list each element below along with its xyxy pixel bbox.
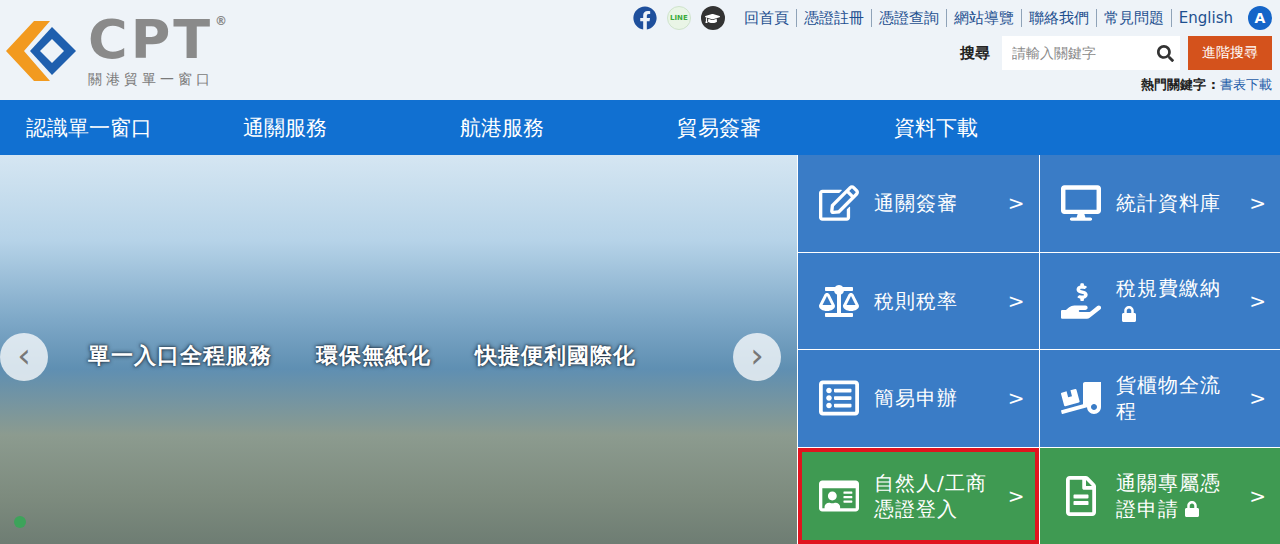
logo-letters: CPT®: [88, 13, 227, 67]
tile-label: 稅則稅率: [874, 288, 994, 314]
top-links: 回首頁憑證註冊憑證查詢網站導覽聯絡我們常見問題English: [737, 9, 1240, 27]
line-icon[interactable]: LINE: [667, 6, 691, 30]
service-tile[interactable]: 簡易申辦 >: [798, 350, 1039, 447]
carousel-next-button[interactable]: ›: [733, 333, 781, 381]
tile-icon-wrap: [818, 377, 860, 419]
document-person-icon: [1061, 476, 1101, 516]
service-tile[interactable]: 貨櫃物全流程 >: [1040, 350, 1280, 447]
registered-mark: ®: [215, 15, 227, 27]
computer-icon: [1061, 183, 1101, 223]
tile-icon-wrap: [1060, 475, 1102, 517]
chevron-icon: >: [1249, 386, 1266, 410]
chevron-icon: >: [1008, 386, 1025, 410]
service-tile[interactable]: 統計資料庫 >: [1040, 155, 1280, 252]
nav-item[interactable]: 航港服務: [460, 114, 677, 142]
tile-icon-wrap: [818, 280, 860, 322]
tile-label: 稅規費繳納: [1116, 275, 1236, 327]
header: CPT® 關港貿單一窗口 LINE 回首頁憑證註冊憑證查詢網站導覽聯絡我們常見問題En…: [0, 0, 1280, 100]
top-link[interactable]: 憑證查詢: [871, 9, 946, 27]
chevron-icon: >: [1008, 484, 1025, 508]
hot-keywords: 熱門關鍵字 :書表下載: [1141, 76, 1272, 94]
lock-icon: [1184, 501, 1200, 517]
tile-label: 通關專屬憑證申請: [1116, 470, 1236, 522]
slide-caption: 快捷便利國際化: [475, 341, 636, 371]
logo-diamond-icon: [0, 15, 80, 87]
search-label: 搜尋: [960, 44, 990, 63]
tile-label: 通關簽審: [874, 190, 994, 216]
tile-label: 貨櫃物全流程: [1116, 372, 1236, 424]
top-link[interactable]: 網站導覽: [946, 9, 1021, 27]
hot-keywords-label: 熱門關鍵字 :: [1141, 76, 1216, 94]
hero-carousel: 單一入口全程服務 環保無紙化 快捷便利國際化 ‹ ›: [0, 155, 797, 544]
lock-icon: [1121, 306, 1137, 322]
e-learning-link[interactable]: [701, 6, 725, 30]
chevron-icon: >: [1249, 289, 1266, 313]
tile-icon-wrap: [1060, 377, 1102, 419]
chevron-icon: >: [1008, 191, 1025, 215]
page: CPT® 關港貿單一窗口 LINE 回首頁憑證註冊憑證查詢網站導覽聯絡我們常見問題En…: [0, 0, 1280, 544]
tile-icon-wrap: [818, 475, 860, 517]
graduation-hat-icon: [705, 11, 720, 26]
slide-caption: 單一入口全程服務: [88, 341, 272, 371]
hand-coins-icon: [1061, 281, 1101, 321]
header-tools: LINE 回首頁憑證註冊憑證查詢網站導覽聯絡我們常見問題English A 搜尋 進階搜…: [633, 0, 1272, 100]
top-row: LINE 回首頁憑證註冊憑證查詢網站導覽聯絡我們常見問題English A: [633, 6, 1272, 30]
tile-label: 統計資料庫: [1116, 190, 1236, 216]
slide-caption: 環保無紙化: [316, 341, 431, 371]
main-nav: 認識單一窗口通關服務航港服務貿易簽審資料下載: [0, 100, 1280, 155]
scales-icon: [819, 281, 859, 321]
logo[interactable]: CPT® 關港貿單一窗口: [0, 0, 227, 100]
slide-captions: 單一入口全程服務 環保無紙化 快捷便利國際化: [88, 341, 636, 371]
top-link[interactable]: English: [1171, 9, 1240, 27]
chevron-icon: >: [1249, 484, 1266, 508]
tile-icon-wrap: [1060, 280, 1102, 322]
container-crane-icon: [1061, 378, 1101, 418]
facebook-icon[interactable]: [633, 6, 657, 30]
top-link[interactable]: 回首頁: [737, 9, 796, 27]
top-link[interactable]: 憑證註冊: [796, 9, 871, 27]
nav-item[interactable]: 資料下載: [894, 114, 1111, 142]
top-link[interactable]: 常見問題: [1096, 9, 1171, 27]
service-tile[interactable]: 自然人/工商憑證登入 >: [798, 448, 1039, 544]
search-row: 搜尋 進階搜尋: [960, 36, 1272, 70]
font-size-button[interactable]: A: [1248, 6, 1272, 30]
social-links: LINE: [633, 6, 725, 30]
nav-item[interactable]: 認識單一窗口: [26, 114, 243, 142]
advanced-search-button[interactable]: 進階搜尋: [1188, 36, 1272, 70]
tile-label: 自然人/工商憑證登入: [874, 470, 994, 522]
tile-label: 簡易申辦: [874, 385, 994, 411]
service-tile[interactable]: 稅規費繳納 >: [1040, 253, 1280, 350]
hot-keyword-link[interactable]: 書表下載: [1220, 76, 1272, 94]
tile-icon-wrap: [818, 182, 860, 224]
logo-text: CPT® 關港貿單一窗口: [88, 13, 227, 89]
search-input[interactable]: [1010, 44, 1157, 62]
carousel-dot[interactable]: [14, 516, 26, 528]
search-field: [1002, 36, 1180, 70]
chevron-icon: >: [1249, 191, 1266, 215]
main-area: 單一入口全程服務環保無紙化快捷便利國際化‹›通關簽審>統計資料庫>稅則稅率>稅規…: [0, 155, 1280, 544]
nav-item[interactable]: 通關服務: [243, 114, 460, 142]
chevron-icon: >: [1008, 289, 1025, 313]
list-icon: [819, 378, 859, 418]
service-tile[interactable]: 通關簽審 >: [798, 155, 1039, 252]
magnifier-icon[interactable]: [1157, 45, 1174, 62]
tile-icon-wrap: [1060, 182, 1102, 224]
service-tile[interactable]: 稅則稅率 >: [798, 253, 1039, 350]
service-tile[interactable]: 通關專屬憑證申請 >: [1040, 448, 1280, 544]
form-pen-icon: [819, 183, 859, 223]
carousel-prev-button[interactable]: ‹: [0, 333, 48, 381]
top-link[interactable]: 聯絡我們: [1021, 9, 1096, 27]
id-card-icon: [819, 476, 859, 516]
carousel-dots: [14, 516, 26, 528]
service-tiles: 通關簽審>統計資料庫>稅則稅率>稅規費繳納>簡易申辦>貨櫃物全流程>自然人/工商…: [797, 155, 1280, 544]
nav-item[interactable]: 貿易簽審: [677, 114, 894, 142]
logo-subtitle: 關港貿單一窗口: [88, 71, 214, 89]
